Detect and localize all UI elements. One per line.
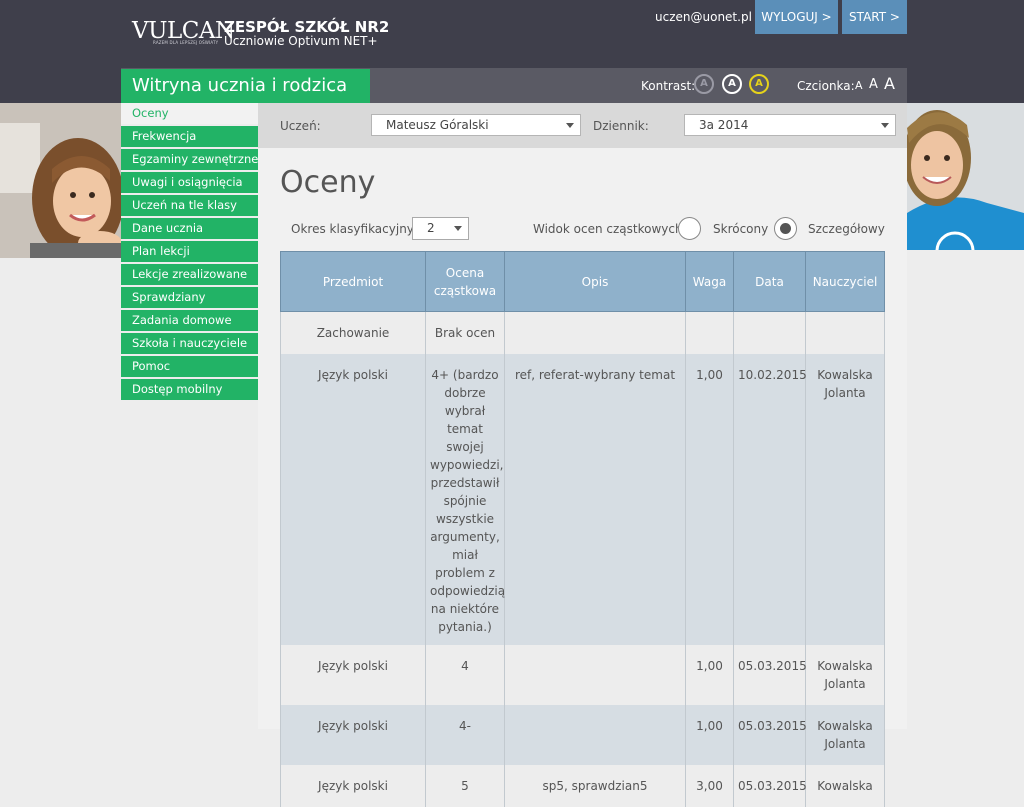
view-short-label[interactable]: Skrócony: [713, 222, 768, 236]
view-label: Widok ocen cząstkowych:: [533, 222, 687, 236]
column-header-date[interactable]: Data: [733, 251, 806, 312]
table-row: Zachowanie Brak ocen: [280, 311, 885, 354]
chevron-down-icon: [566, 123, 574, 128]
sidebar-item-szkola-i-nauczyciele[interactable]: Szkoła i nauczyciele: [121, 333, 258, 354]
cell-teacher: [805, 311, 885, 354]
cell-description: [504, 645, 686, 705]
cell-grade: 4: [425, 645, 505, 705]
sidebar-item-dane-ucznia[interactable]: Dane ucznia: [121, 218, 258, 239]
font-size-label: Czcionka:: [797, 79, 855, 93]
page-title: Oceny: [280, 165, 376, 200]
sidebar-item-pomoc[interactable]: Pomoc: [121, 356, 258, 377]
sidebar-item-lekcje-zrealizowane[interactable]: Lekcje zrealizowane: [121, 264, 258, 285]
column-header-subject[interactable]: Przedmiot: [280, 251, 426, 312]
sidebar-item-uwagi[interactable]: Uwagi i osiągnięcia: [121, 172, 258, 193]
logo-tagline: RAZEM DLA LEPSZEJ OŚWIATY: [153, 40, 219, 45]
column-header-description[interactable]: Opis: [504, 251, 686, 312]
sidebar-item-dostep-mobilny[interactable]: Dostęp mobilny: [121, 379, 258, 400]
table-row: Język polski 4 1,00 05.03.2015 Kowalska …: [280, 645, 885, 705]
cell-teacher: Kowalska Jolanta: [805, 354, 885, 645]
start-button[interactable]: START >: [842, 0, 907, 34]
view-short-radio[interactable]: [678, 217, 701, 240]
student-photo-left: [0, 103, 121, 258]
cell-date: 05.03.2015: [733, 765, 807, 807]
view-detailed-label[interactable]: Szczegółowy: [808, 222, 885, 236]
period-label: Okres klasyfikacyjny:: [291, 222, 418, 236]
contrast-yellow-button[interactable]: A: [749, 74, 769, 94]
cell-date: 05.03.2015: [733, 645, 807, 705]
filter-bar: Uczeń: Mateusz Góralski Dziennik: 3a 201…: [258, 103, 907, 148]
column-header-grade[interactable]: Ocena cząstkowa: [425, 251, 505, 312]
cell-subject: Język polski: [280, 354, 426, 645]
cell-subject: Język polski: [280, 705, 426, 765]
cell-weight: 1,00: [685, 645, 734, 705]
table-row: Język polski 4+ (bardzo dobrze wybrał te…: [280, 354, 885, 645]
cell-grade[interactable]: 5: [425, 765, 505, 807]
cell-weight: 3,00: [685, 765, 734, 807]
cell-weight: 1,00: [685, 705, 734, 765]
sidebar-nav: Oceny Frekwencja Egzaminy zewnętrzne Uwa…: [121, 103, 258, 402]
column-header-teacher[interactable]: Nauczyciel: [805, 251, 885, 312]
font-small-button[interactable]: A: [855, 79, 863, 92]
column-header-weight[interactable]: Waga: [685, 251, 734, 312]
journal-select-value: 3a 2014: [699, 118, 749, 132]
student-select-value: Mateusz Góralski: [386, 118, 489, 132]
contrast-label: Kontrast:: [641, 79, 696, 93]
chevron-down-icon: [881, 123, 889, 128]
font-medium-button[interactable]: A: [869, 77, 878, 92]
period-select-value: 2: [427, 221, 435, 235]
student-select[interactable]: Mateusz Góralski: [371, 114, 581, 136]
period-select[interactable]: 2: [412, 217, 469, 240]
contrast-high-button[interactable]: A: [722, 74, 742, 94]
font-large-button[interactable]: A: [884, 74, 895, 93]
table-header-row: Przedmiot Ocena cząstkowa Opis Waga Data…: [280, 251, 885, 312]
cell-date: 10.02.2015: [733, 354, 807, 645]
sidebar-item-uczen-na-tle-klasy[interactable]: Uczeń na tle klasy: [121, 195, 258, 216]
journal-label: Dziennik:: [593, 119, 649, 133]
cell-description: sp5, sprawdzian5: [504, 765, 686, 807]
cell-description: [504, 705, 686, 765]
table-row: Język polski 4- 1,00 05.03.2015 Kowalska…: [280, 705, 885, 765]
cell-subject: Język polski: [280, 765, 426, 807]
cell-date: 05.03.2015: [733, 705, 807, 765]
student-photo-right: [907, 103, 1024, 250]
sidebar-item-sprawdziany[interactable]: Sprawdziany: [121, 287, 258, 308]
cell-description: [504, 311, 686, 354]
cell-weight: [685, 311, 734, 354]
sidebar-item-plan-lekcji[interactable]: Plan lekcji: [121, 241, 258, 262]
view-detailed-radio[interactable]: [774, 217, 797, 240]
cell-subject: Język polski: [280, 645, 426, 705]
user-email: uczen@uonet.pl: [655, 10, 752, 24]
sidebar-item-zadania-domowe[interactable]: Zadania domowe: [121, 310, 258, 331]
cell-teacher: Kowalska: [805, 765, 885, 807]
portal-title: Witryna ucznia i rodzica: [121, 69, 370, 103]
sidebar-item-oceny[interactable]: Oceny: [121, 103, 258, 124]
cell-grade: 4-: [425, 705, 505, 765]
cell-grade: Brak ocen: [425, 311, 505, 354]
cell-weight: 1,00: [685, 354, 734, 645]
cell-subject: Zachowanie: [280, 311, 426, 354]
sidebar-item-frekwencja[interactable]: Frekwencja: [121, 126, 258, 147]
cell-teacher: Kowalska Jolanta: [805, 645, 885, 705]
logout-button[interactable]: WYLOGUJ >: [755, 0, 838, 34]
table-row: Język polski 5 sp5, sprawdzian5 3,00 05.…: [280, 765, 885, 807]
school-subtitle: Uczniowie Optivum NET+: [224, 34, 378, 48]
contrast-normal-button[interactable]: A: [694, 74, 714, 94]
main-content: Uczeń: Mateusz Góralski Dziennik: 3a 201…: [258, 103, 907, 807]
cell-teacher: Kowalska Jolanta: [805, 705, 885, 765]
grades-table: Przedmiot Ocena cząstkowa Opis Waga Data…: [280, 251, 885, 807]
sidebar-item-egzaminy[interactable]: Egzaminy zewnętrzne: [121, 149, 258, 170]
journal-select[interactable]: 3a 2014: [684, 114, 896, 136]
student-label: Uczeń:: [280, 119, 321, 133]
cell-grade[interactable]: 4+ (bardzo dobrze wybrał temat swojej wy…: [425, 354, 505, 645]
cell-description: ref, referat-wybrany temat: [504, 354, 686, 645]
chevron-down-icon: [454, 226, 462, 231]
cell-date: [733, 311, 806, 354]
